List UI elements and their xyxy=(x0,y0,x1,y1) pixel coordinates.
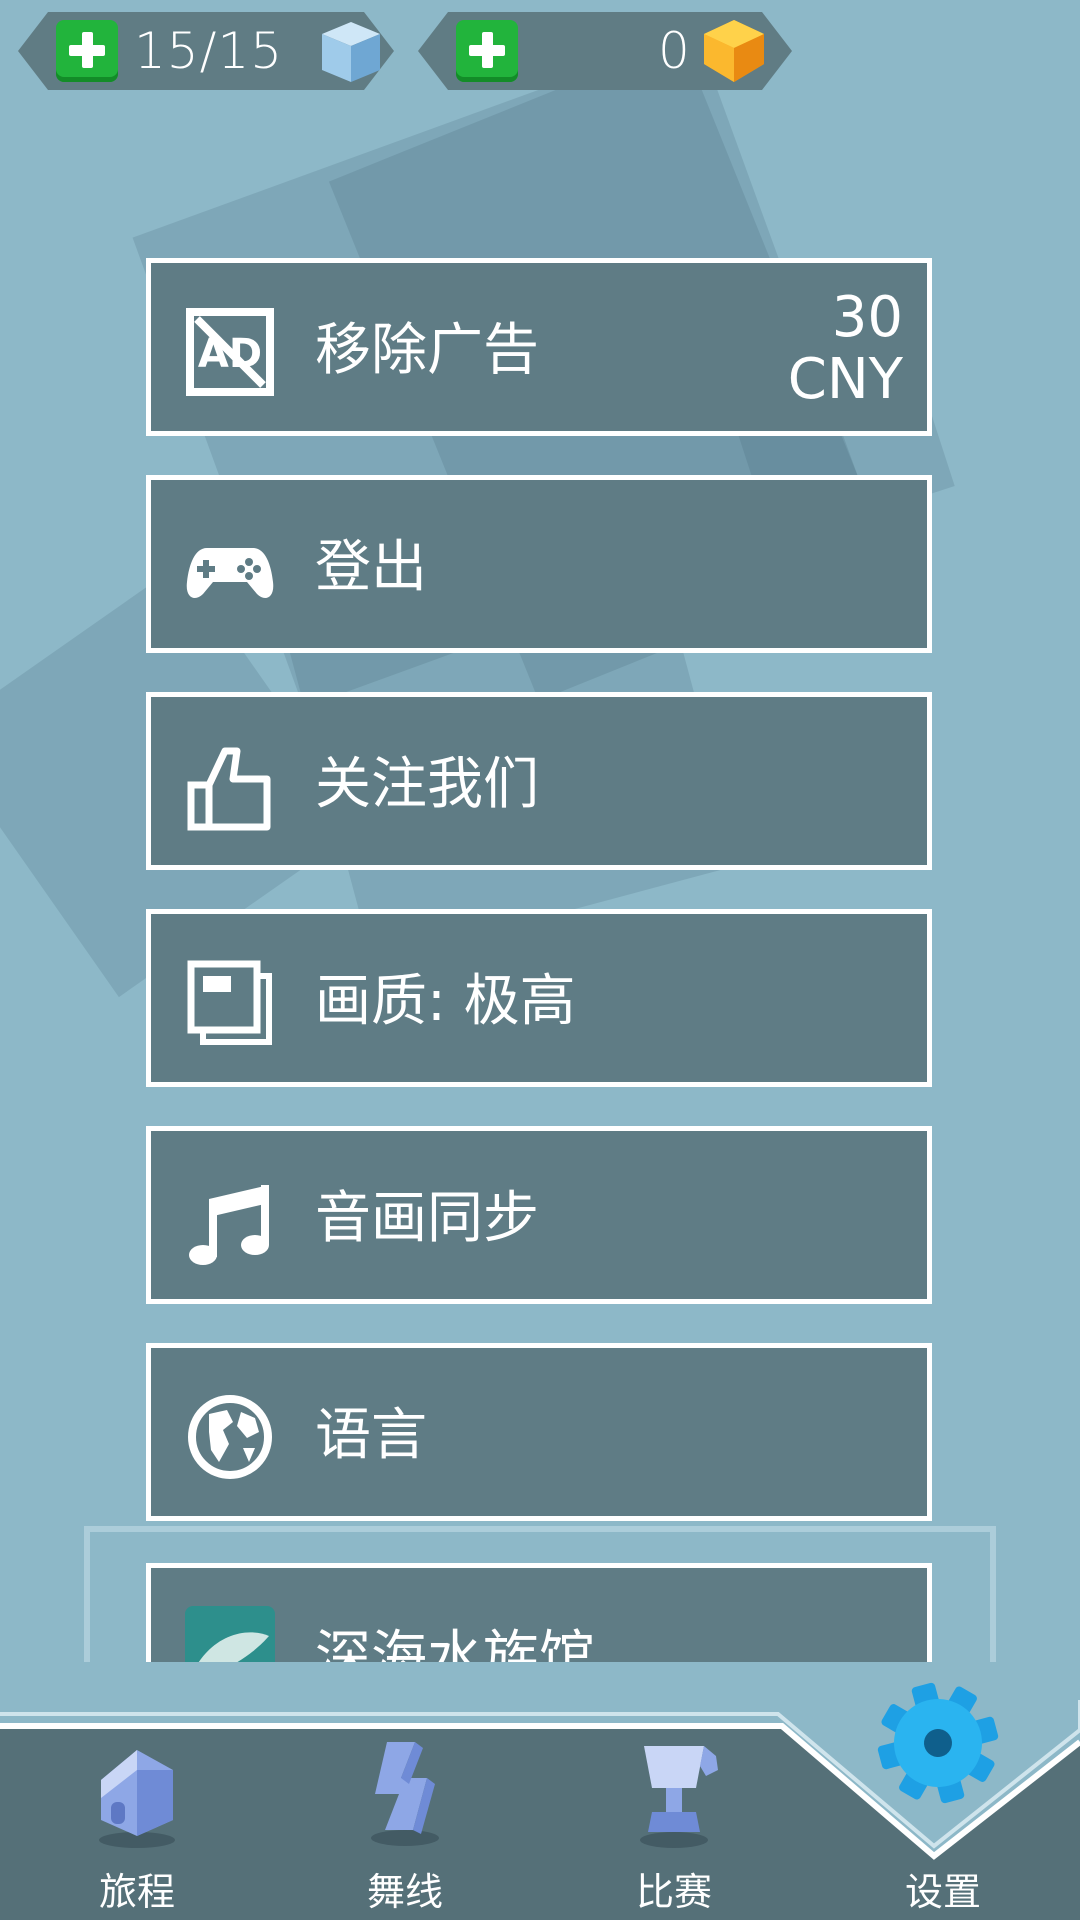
av-sync-button[interactable]: 音画同步 xyxy=(146,1126,932,1304)
language-button[interactable]: 语言 xyxy=(146,1343,932,1521)
av-sync-label: 音画同步 xyxy=(315,1186,539,1251)
deep-sea-aquarium-label: 深海水族馆 xyxy=(315,1625,595,1663)
tab-competition-label: 比赛 xyxy=(635,1870,712,1914)
tab-dance-line-label: 舞线 xyxy=(366,1870,443,1914)
remove-ads-button[interactable]: AD 移除广告 30 CNY xyxy=(146,258,932,436)
trophy-icon xyxy=(640,1746,718,1848)
follow-us-label: 关注我们 xyxy=(315,752,539,817)
remove-ads-label: 移除广告 xyxy=(315,318,539,383)
deep-sea-aquarium-button[interactable]: 深海水族馆 xyxy=(146,1563,932,1662)
gear-icon xyxy=(877,1682,999,1804)
tab-journey-label: 旅程 xyxy=(98,1870,175,1914)
no-ads-icon: AD xyxy=(186,308,274,396)
graphics-quality-label: 画质: 极高 xyxy=(315,969,576,1034)
blue-cube-icon xyxy=(322,22,380,82)
add-energy-button[interactable] xyxy=(56,20,118,82)
graphics-quality-button[interactable]: 画质: 极高 xyxy=(146,909,932,1087)
globe-icon xyxy=(188,1395,272,1479)
music-note-icon xyxy=(189,1185,269,1265)
tab-competition[interactable]: 比赛 xyxy=(574,1740,774,1920)
gem-value: 0 xyxy=(658,22,691,80)
add-gems-button[interactable] xyxy=(456,20,518,82)
price-currency: CNY xyxy=(787,347,903,412)
tab-settings[interactable]: 设置 xyxy=(843,1682,1043,1920)
whale-thumbnail-icon xyxy=(185,1606,275,1662)
tab-journey[interactable]: 旅程 xyxy=(37,1740,237,1920)
tab-settings-label: 设置 xyxy=(904,1870,981,1914)
language-label: 语言 xyxy=(315,1403,427,1468)
gamepad-icon xyxy=(186,548,274,598)
price-amount: 30 xyxy=(831,285,903,350)
remove-ads-price: 30 CNY xyxy=(788,287,903,411)
energy-value: 15/15 xyxy=(134,22,284,80)
graphics-quality-icon xyxy=(187,960,272,1045)
gold-gem-icon xyxy=(704,20,764,82)
energy-counter: 15/15 xyxy=(18,12,394,90)
dance-line-icon xyxy=(371,1742,439,1846)
gem-counter: 0 xyxy=(418,12,792,90)
thumbs-up-icon xyxy=(187,747,271,831)
logout-button[interactable]: 登出 xyxy=(146,475,932,653)
follow-us-button[interactable]: 关注我们 xyxy=(146,692,932,870)
menu-scroll-clip: 深海水族馆 xyxy=(0,1560,1080,1662)
logout-label: 登出 xyxy=(315,535,427,600)
house-icon xyxy=(99,1750,175,1848)
tab-dance-line[interactable]: 舞线 xyxy=(305,1740,505,1920)
